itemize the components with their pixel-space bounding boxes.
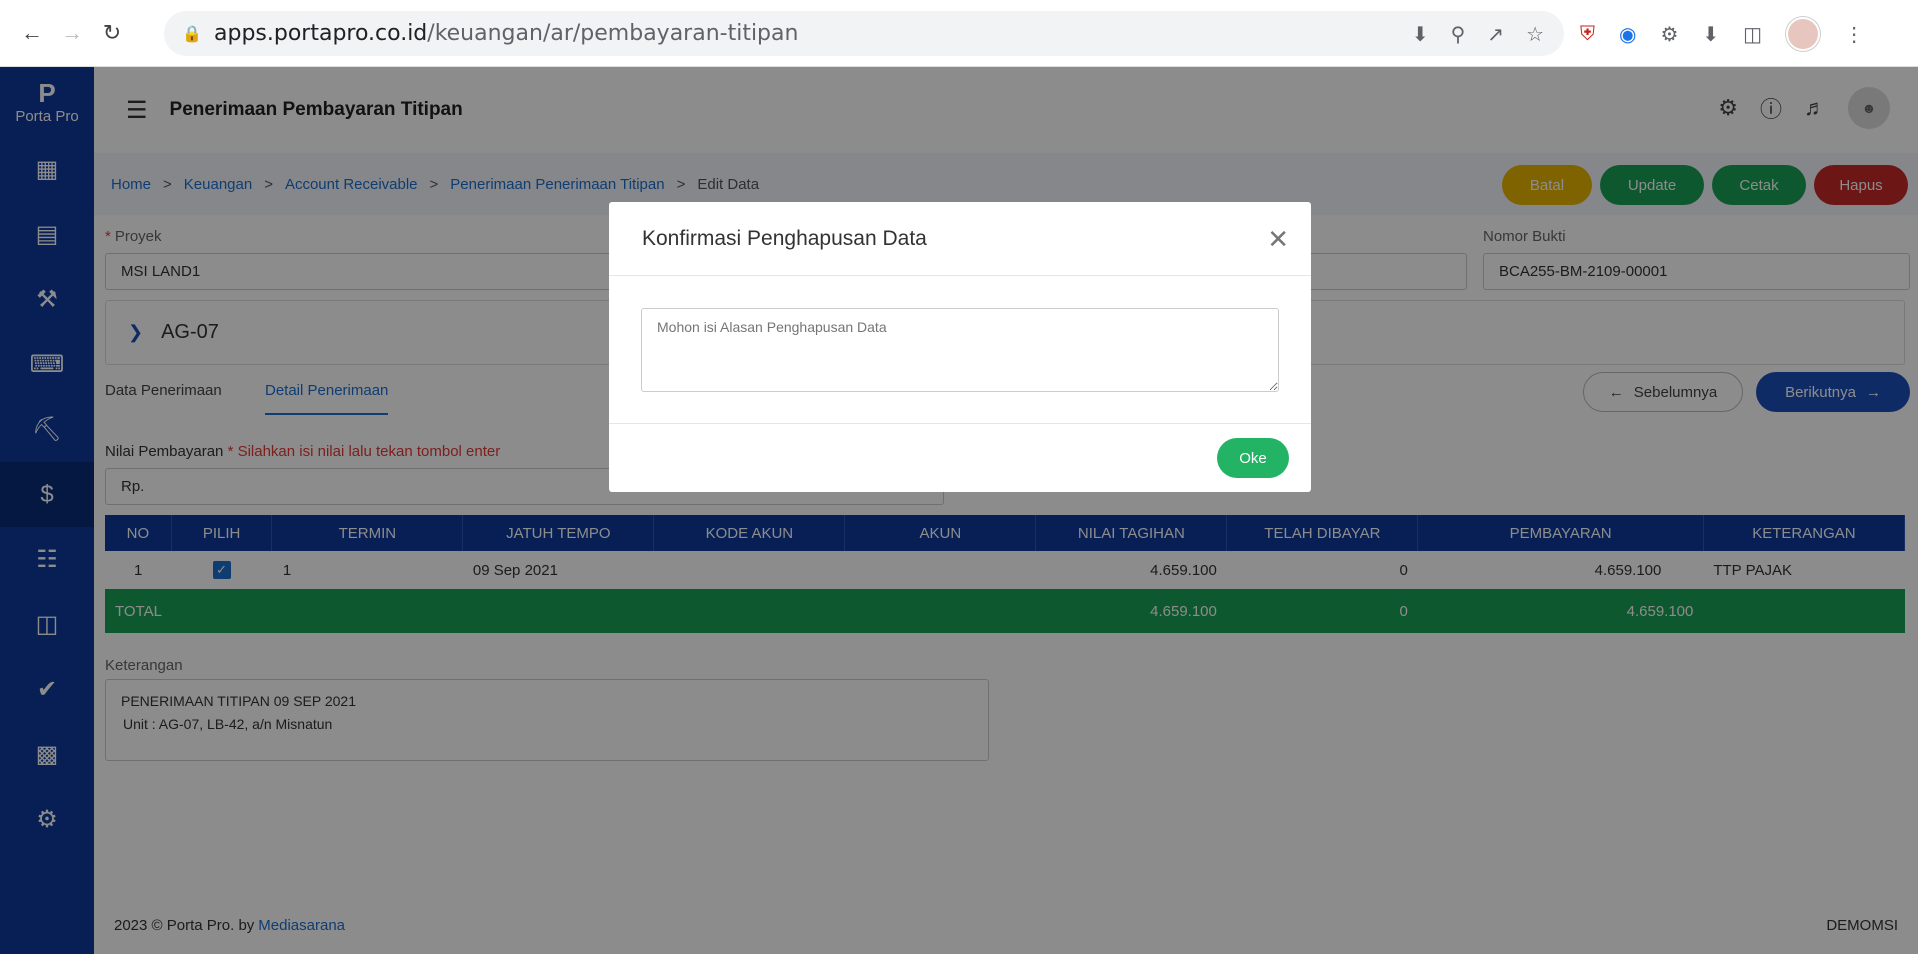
profile-avatar[interactable] <box>1786 17 1821 51</box>
back-icon[interactable]: ← <box>12 13 52 53</box>
close-icon[interactable]: ✕ <box>1267 224 1289 255</box>
modal-title: Konfirmasi Penghapusan Data <box>642 226 927 250</box>
side-panel-icon[interactable]: ◫ <box>1743 22 1762 47</box>
lock-icon: 🔒 <box>182 24 202 43</box>
bookmark-star-icon[interactable]: ☆ <box>1526 22 1544 46</box>
modal-footer: Oke <box>609 423 1311 492</box>
browser-toolbar: ← → ↻ 🔒 apps.portapro.co.id/keuangan/ar/… <box>0 0 1918 67</box>
share-icon[interactable]: ↗ <box>1487 22 1504 46</box>
zoom-icon[interactable]: ⚲ <box>1451 22 1466 46</box>
url-path: /keuangan/ar/pembayaran-titipan <box>427 21 799 46</box>
downloads-icon[interactable]: ⬇ <box>1702 22 1719 47</box>
delete-reason-textarea[interactable] <box>641 308 1279 392</box>
modal-backdrop[interactable] <box>0 67 1918 954</box>
modal-header: Konfirmasi Penghapusan Data <box>609 202 1311 276</box>
address-bar[interactable]: 🔒 apps.portapro.co.id/keuangan/ar/pembay… <box>164 11 1564 56</box>
browser-menu-icon[interactable]: ⋮ <box>1844 22 1864 47</box>
delete-confirmation-modal: Konfirmasi Penghapusan Data ✕ Oke <box>609 202 1311 492</box>
reload-icon[interactable]: ↻ <box>92 13 132 53</box>
extension-circle-icon[interactable]: ◉ <box>1619 22 1636 47</box>
forward-icon[interactable]: → <box>52 13 92 53</box>
extensions-puzzle-icon[interactable]: ⚙ <box>1660 22 1678 47</box>
install-icon[interactable]: ⬇ <box>1412 22 1429 46</box>
extension-shield-icon[interactable]: ⛨ <box>1580 23 1595 46</box>
oke-button[interactable]: Oke <box>1217 438 1289 478</box>
url-host: apps.portapro.co.id <box>214 21 428 46</box>
